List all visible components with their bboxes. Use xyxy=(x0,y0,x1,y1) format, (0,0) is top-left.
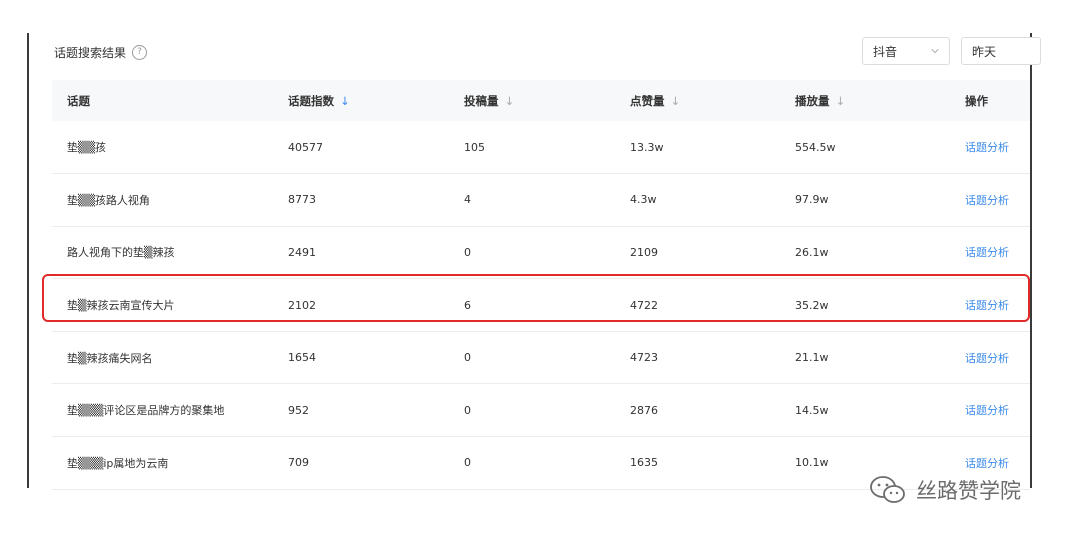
submissions-cell: 0 xyxy=(464,245,471,259)
topic-index-cell: 2102 xyxy=(288,298,316,312)
likes-cell: 2109 xyxy=(630,245,658,259)
topic-analysis-link[interactable]: 话题分析 xyxy=(950,121,1030,174)
likes-cell: 4723 xyxy=(630,351,658,365)
platform-select-value: 抖音 xyxy=(873,44,898,59)
date-select-value: 昨天 xyxy=(972,44,997,59)
likes-cell: 1635 xyxy=(630,456,658,470)
help-icon[interactable]: ? xyxy=(132,45,148,60)
topic-analysis-link[interactable]: 话题分析 xyxy=(950,174,1030,227)
submissions-cell: 105 xyxy=(464,140,485,154)
right-divider xyxy=(1030,33,1032,488)
likes-cell: 4.3w xyxy=(630,193,657,207)
topic-analysis-link[interactable]: 话题分析 xyxy=(950,226,1030,279)
plays-cell: 26.1w xyxy=(795,245,829,259)
column-header-likes[interactable]: 点赞量 ↓ xyxy=(615,80,780,121)
plays-cell: 554.5w xyxy=(795,140,836,154)
results-header: 话题搜索结果 ? xyxy=(54,44,148,61)
topic-index-cell: 2491 xyxy=(288,245,316,259)
sort-down-icon[interactable]: ↓ xyxy=(836,94,846,108)
sort-down-icon[interactable]: ↓ xyxy=(505,94,515,108)
topic-index-cell: 1654 xyxy=(288,351,316,365)
submissions-cell: 6 xyxy=(464,298,471,312)
plays-cell: 35.2w xyxy=(795,298,829,312)
topic-cell: 垫▒▒▒ip属地为云南 xyxy=(67,456,169,470)
submissions-cell: 4 xyxy=(464,193,471,207)
submissions-cell: 0 xyxy=(464,456,471,470)
topic-index-cell: 709 xyxy=(288,456,309,470)
column-header-plays[interactable]: 播放量 ↓ xyxy=(780,80,950,121)
topic-cell: 路人视角下的垫▒辣孩 xyxy=(67,246,175,260)
submissions-cell: 0 xyxy=(464,351,471,365)
date-select[interactable]: 昨天 xyxy=(961,37,1041,65)
platform-select[interactable]: 抖音 xyxy=(862,37,950,65)
likes-cell: 13.3w xyxy=(630,140,664,154)
table-row: 垫▒辣孩云南宣传大片 2102 6 4722 35.2w 话题分析 xyxy=(52,279,1030,332)
watermark: 丝路赞学院 xyxy=(868,474,1021,506)
topic-cell: 垫▒▒孩路人视角 xyxy=(67,193,150,207)
topic-analysis-link[interactable]: 话题分析 xyxy=(950,331,1030,384)
submissions-cell: 0 xyxy=(464,403,471,417)
topic-index-cell: 8773 xyxy=(288,193,316,207)
page-title: 话题搜索结果 xyxy=(54,46,127,60)
watermark-text: 丝路赞学院 xyxy=(916,479,1021,503)
topic-analysis-link[interactable]: 话题分析 xyxy=(950,384,1030,437)
plays-cell: 97.9w xyxy=(795,193,829,207)
left-divider xyxy=(27,33,29,488)
topic-analysis-link[interactable]: 话题分析 xyxy=(950,279,1030,332)
topic-cell: 垫▒▒▒评论区是品牌方的聚集地 xyxy=(67,404,225,418)
wechat-icon xyxy=(870,476,905,503)
table-row: 路人视角下的垫▒辣孩 2491 0 2109 26.1w 话题分析 xyxy=(52,226,1030,279)
sort-down-icon[interactable]: ↓ xyxy=(671,94,681,108)
table-header-row: 话题 话题指数 ↓ 投稿量 ↓ 点赞量 ↓ 播放量 ↓ 操作 xyxy=(52,80,1030,121)
page: 话题搜索结果 ? 抖音 昨天 话题 话题指数 ↓ 投稿量 ↓ 点赞量 ↓ 播放量 ↓ 操… xyxy=(0,0,1080,537)
table-row: 垫▒▒▒评论区是品牌方的聚集地 952 0 2876 14.5w 话题分析 xyxy=(52,384,1030,437)
plays-cell: 21.1w xyxy=(795,351,829,365)
column-header-topic-index[interactable]: 话题指数 ↓ xyxy=(273,80,449,121)
column-header-topic: 话题 xyxy=(67,93,90,108)
column-header-submissions[interactable]: 投稿量 ↓ xyxy=(449,80,615,121)
topic-cell: 垫▒辣孩云南宣传大片 xyxy=(67,299,175,313)
topic-cell: 垫▒▒孩 xyxy=(67,141,106,155)
likes-cell: 4722 xyxy=(630,298,658,312)
chevron-down-icon xyxy=(931,49,939,54)
sort-down-icon[interactable]: ↓ xyxy=(340,94,350,108)
table-row: 垫▒▒孩 40577 105 13.3w 554.5w 话题分析 xyxy=(52,121,1030,174)
column-header-actions: 操作 xyxy=(965,93,988,108)
likes-cell: 2876 xyxy=(630,403,658,417)
table-row: 垫▒辣孩痛失网名 1654 0 4723 21.1w 话题分析 xyxy=(52,331,1030,384)
topic-index-cell: 40577 xyxy=(288,140,323,154)
table-row: 垫▒▒孩路人视角 8773 4 4.3w 97.9w 话题分析 xyxy=(52,174,1030,227)
plays-cell: 14.5w xyxy=(795,403,829,417)
topic-results-table: 话题 话题指数 ↓ 投稿量 ↓ 点赞量 ↓ 播放量 ↓ 操作 垫▒▒孩 40577 105 1… xyxy=(52,80,1030,490)
topic-cell: 垫▒辣孩痛失网名 xyxy=(67,351,153,365)
topic-index-cell: 952 xyxy=(288,403,309,417)
